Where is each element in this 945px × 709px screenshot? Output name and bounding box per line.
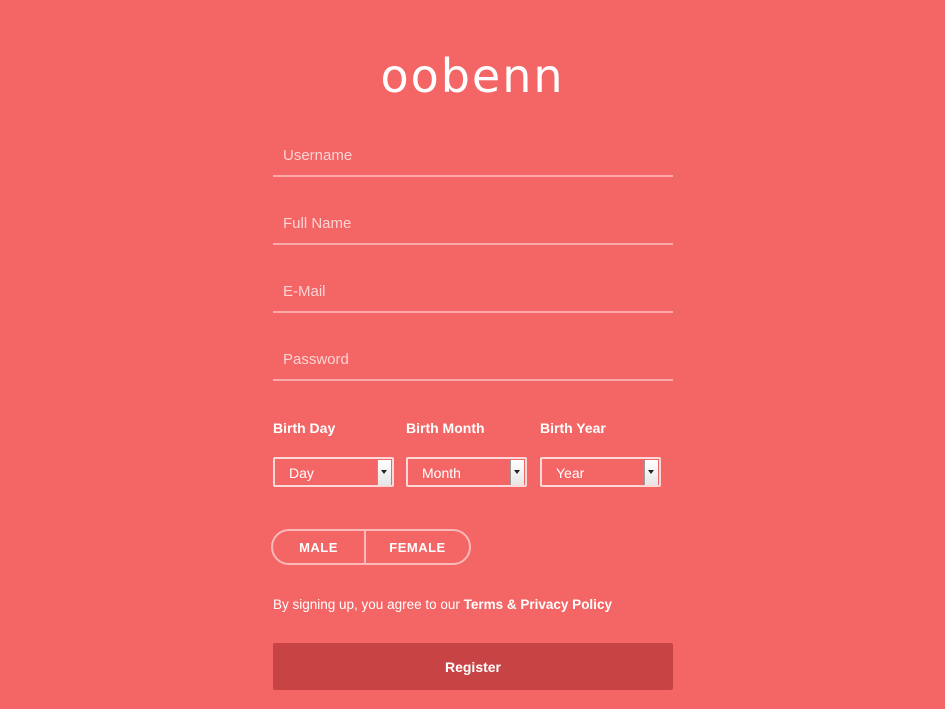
brand-logo: oobenn [380,49,565,103]
gender-male-button[interactable]: MALE [273,531,366,563]
birth-month-select[interactable]: Month [406,457,527,487]
birth-year-label: Birth Year [540,420,606,436]
gender-toggle: MALE FEMALE [271,529,471,565]
register-button[interactable]: Register [273,643,673,690]
birth-day-selected-value: Day [289,465,314,481]
chevron-down-icon[interactable] [377,460,391,485]
full-name-field-wrapper [273,203,673,245]
birth-month-label: Birth Month [406,420,485,436]
terms-prefix-text: By signing up, you agree to our [273,597,464,612]
password-input[interactable] [273,339,673,379]
birth-year-select[interactable]: Year [540,457,661,487]
terms-privacy-link[interactable]: Terms & Privacy Policy [464,597,612,612]
birth-day-label: Birth Day [273,420,336,436]
chevron-down-icon[interactable] [510,460,524,485]
terms-notice: By signing up, you agree to our Terms & … [273,597,612,612]
birth-day-select[interactable]: Day [273,457,394,487]
chevron-down-icon[interactable] [644,460,658,485]
password-field-wrapper [273,339,673,381]
email-input[interactable] [273,271,673,311]
username-field-wrapper [273,135,673,177]
username-input[interactable] [273,135,673,175]
birth-year-selected-value: Year [556,465,585,481]
email-field-wrapper [273,271,673,313]
full-name-input[interactable] [273,203,673,243]
gender-female-button[interactable]: FEMALE [366,531,469,563]
birth-month-selected-value: Month [422,465,461,481]
